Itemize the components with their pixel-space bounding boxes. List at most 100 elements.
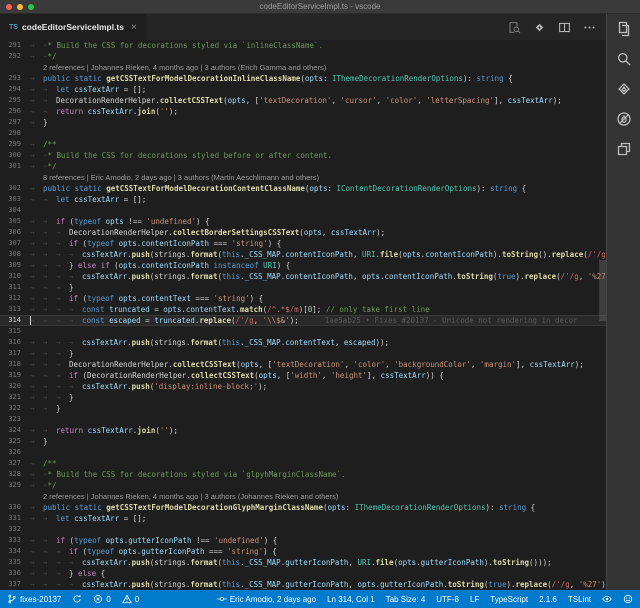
activity-bar-item-debug-disabled[interactable] <box>616 111 632 127</box>
code-line[interactable]: 323 <box>0 414 606 425</box>
status-git-branch-indicator[interactable]: fixes-20137 <box>7 594 61 604</box>
activity-bar-item-explorer[interactable] <box>616 21 632 37</box>
gitlens-annotations-icon[interactable] <box>533 21 546 34</box>
code-line[interactable]: 316→→→→cssTextArr.push(strings.format(th… <box>0 337 606 348</box>
status-eol-indicator[interactable]: LF <box>470 595 479 604</box>
tab-whitespace-marker: → <box>56 227 69 238</box>
activity-bar-item-extensions[interactable] <box>616 141 632 157</box>
code-line[interactable]: 336→→→} else { <box>0 568 606 579</box>
code-line[interactable]: 328→·* Build the CSS for decorations sty… <box>0 469 606 480</box>
code-line[interactable]: 335→→→→cssTextArr.push(strings.format(th… <box>0 557 606 568</box>
status-language-mode[interactable]: TypeScript <box>490 595 528 604</box>
tab-whitespace-marker: → <box>43 370 56 381</box>
tab-whitespace-marker: → <box>56 249 69 260</box>
status-typescript-version[interactable]: 2.1.6 <box>539 595 557 604</box>
code-token: (strings. <box>150 250 191 259</box>
code-token: , [ <box>246 96 260 105</box>
tab-whitespace-marker: → <box>30 293 43 304</box>
code-line[interactable]: 314→→→→const escaped = truncated.replace… <box>0 315 606 326</box>
code-line[interactable]: 293→public static getCSSTextForModelDeco… <box>0 73 606 84</box>
code-line[interactable]: 294→→let cssTextArr = []; <box>0 84 606 95</box>
code-line[interactable]: 317→→→} <box>0 348 606 359</box>
status-tslint-status[interactable]: TSLint <box>568 595 591 604</box>
codelens-text[interactable]: 2 references | Johannes Rieken, 4 months… <box>30 63 326 72</box>
code-line[interactable]: 306→→→DecorationRenderHelper.collectBord… <box>0 227 606 238</box>
status-label: 0 <box>106 595 110 604</box>
code-line[interactable]: 322→→} <box>0 403 606 414</box>
code-line[interactable]: 298 <box>0 128 606 139</box>
status-cursor-position[interactable]: Ln 314, Col 1 <box>327 595 375 604</box>
code-line[interactable]: 321→→→} <box>0 392 606 403</box>
code-line[interactable]: 329→·*/ <box>0 480 606 491</box>
activity-bar-item-gitlens[interactable] <box>616 81 632 97</box>
code-line[interactable]: 330→public static getCSSTextForModelDeco… <box>0 502 606 513</box>
code-line[interactable]: 337→→→→cssTextArr.push(strings.format(th… <box>0 579 606 590</box>
code-line[interactable]: 319→→→if (DecorationRenderHelper.collect… <box>0 370 606 381</box>
code-line[interactable]: 326 <box>0 447 606 458</box>
status-feedback-smiley[interactable] <box>623 594 633 604</box>
activity-bar-item-search[interactable] <box>616 51 632 67</box>
code-line[interactable]: 303→→let cssTextArr = []; <box>0 194 606 205</box>
codelens-row[interactable]: 2 references | Johannes Rieken, 4 months… <box>0 62 606 73</box>
code-line[interactable]: 325→} <box>0 436 606 447</box>
tab-whitespace-marker: → <box>43 260 56 271</box>
status-error-count[interactable]: 0 <box>93 594 110 604</box>
code-token: public static <box>43 184 106 193</box>
more-actions-icon[interactable] <box>583 21 596 34</box>
status-tab-size-indicator[interactable]: Tab Size: 4 <box>386 595 426 604</box>
code-line[interactable]: 334→→→if (typeof opts.gutterIconPath ===… <box>0 546 606 557</box>
zoom-window-button[interactable] <box>28 4 34 10</box>
tab-close-icon[interactable]: × <box>131 22 137 33</box>
code-line[interactable]: 292→·*/ <box>0 51 606 62</box>
code-line[interactable]: 302→public static getCSSTextForModelDeco… <box>0 183 606 194</box>
code-line[interactable]: 324→→return cssTextArr.join(''); <box>0 425 606 436</box>
minimize-window-button[interactable] <box>17 4 23 10</box>
code-line[interactable]: 301→·*/ <box>0 161 606 172</box>
code-line[interactable]: 307→→→if (typeof opts.contentIconPath ==… <box>0 238 606 249</box>
error-icon <box>93 594 103 604</box>
codelens-text[interactable]: 8 references | Eric Amodio, 2 days ago |… <box>30 173 319 182</box>
code-line[interactable]: 320→→→→cssTextArr.push('display:inline-b… <box>0 381 606 392</box>
code-line[interactable]: 315 <box>0 326 606 337</box>
scrollbar-slider[interactable] <box>599 260 606 321</box>
code-token: true <box>488 580 506 589</box>
codelens-row[interactable]: 8 references | Eric Amodio, 2 days ago |… <box>0 172 606 183</box>
status-sync-button[interactable] <box>72 594 82 604</box>
code-line[interactable]: 333→→if (typeof opts.gutterIconPath !== … <box>0 535 606 546</box>
status-encoding-indicator[interactable]: UTF-8 <box>436 595 459 604</box>
code-line[interactable]: 297→} <box>0 117 606 128</box>
tab-whitespace-marker: → <box>69 579 82 590</box>
code-token: , <box>335 338 344 347</box>
code-line[interactable]: 310→→→→cssTextArr.push(strings.format(th… <box>0 271 606 282</box>
code-line[interactable]: 299→/** <box>0 139 606 150</box>
code-line[interactable]: 305→→if (typeof opts !== 'undefined') { <box>0 216 606 227</box>
tab-code-editor-service-impl[interactable]: TS codeEditorServiceImpl.ts × <box>0 14 147 40</box>
code-line[interactable]: 295→→DecorationRenderHelper.collectCSSTe… <box>0 95 606 106</box>
vertical-scrollbar[interactable] <box>599 40 606 590</box>
codelens-row[interactable]: 2 references | Johannes Rieken, 4 months… <box>0 491 606 502</box>
code-line[interactable]: 309→→→} else if (opts.contentIconPath in… <box>0 260 606 271</box>
code-line[interactable]: 300→·* Build the CSS for decorations sty… <box>0 150 606 161</box>
tab-whitespace-marker: → <box>56 337 69 348</box>
code-line[interactable]: 331→→let cssTextArr = []; <box>0 513 606 524</box>
code-line[interactable]: 312→→→if (typeof opts.contentText === 's… <box>0 293 606 304</box>
code-line[interactable]: 311→→→} <box>0 282 606 293</box>
code-line[interactable]: 313→→→→const truncated = opts.contentTex… <box>0 304 606 315</box>
status-preview-eye-toggle[interactable] <box>602 594 612 604</box>
split-editor-icon[interactable] <box>558 21 571 34</box>
codelens-text[interactable]: 2 references | Johannes Rieken, 4 months… <box>30 492 338 501</box>
code-line[interactable]: 332 <box>0 524 606 535</box>
code-token: cssTextArr <box>331 228 376 237</box>
editor[interactable]: 291→·* Build the CSS for decorations sty… <box>0 40 606 590</box>
code-line[interactable]: 308→→→→cssTextArr.push(strings.format(th… <box>0 249 606 260</box>
code-line[interactable]: 304 <box>0 205 606 216</box>
code-line[interactable]: 327→/** <box>0 458 606 469</box>
code-line[interactable]: 296→→return cssTextArr.join(''); <box>0 106 606 117</box>
open-preview-icon[interactable] <box>508 21 521 34</box>
code-line[interactable]: 318→→→DecorationRenderHelper.collectCSST… <box>0 359 606 370</box>
status-warning-count[interactable]: 0 <box>122 594 139 604</box>
status-gitlens-blame-status[interactable]: Eric Amodio, 2 days ago <box>217 594 316 604</box>
code-token: match <box>240 305 263 314</box>
code-line[interactable]: 291→·* Build the CSS for decorations sty… <box>0 40 606 51</box>
close-window-button[interactable] <box>6 4 12 10</box>
